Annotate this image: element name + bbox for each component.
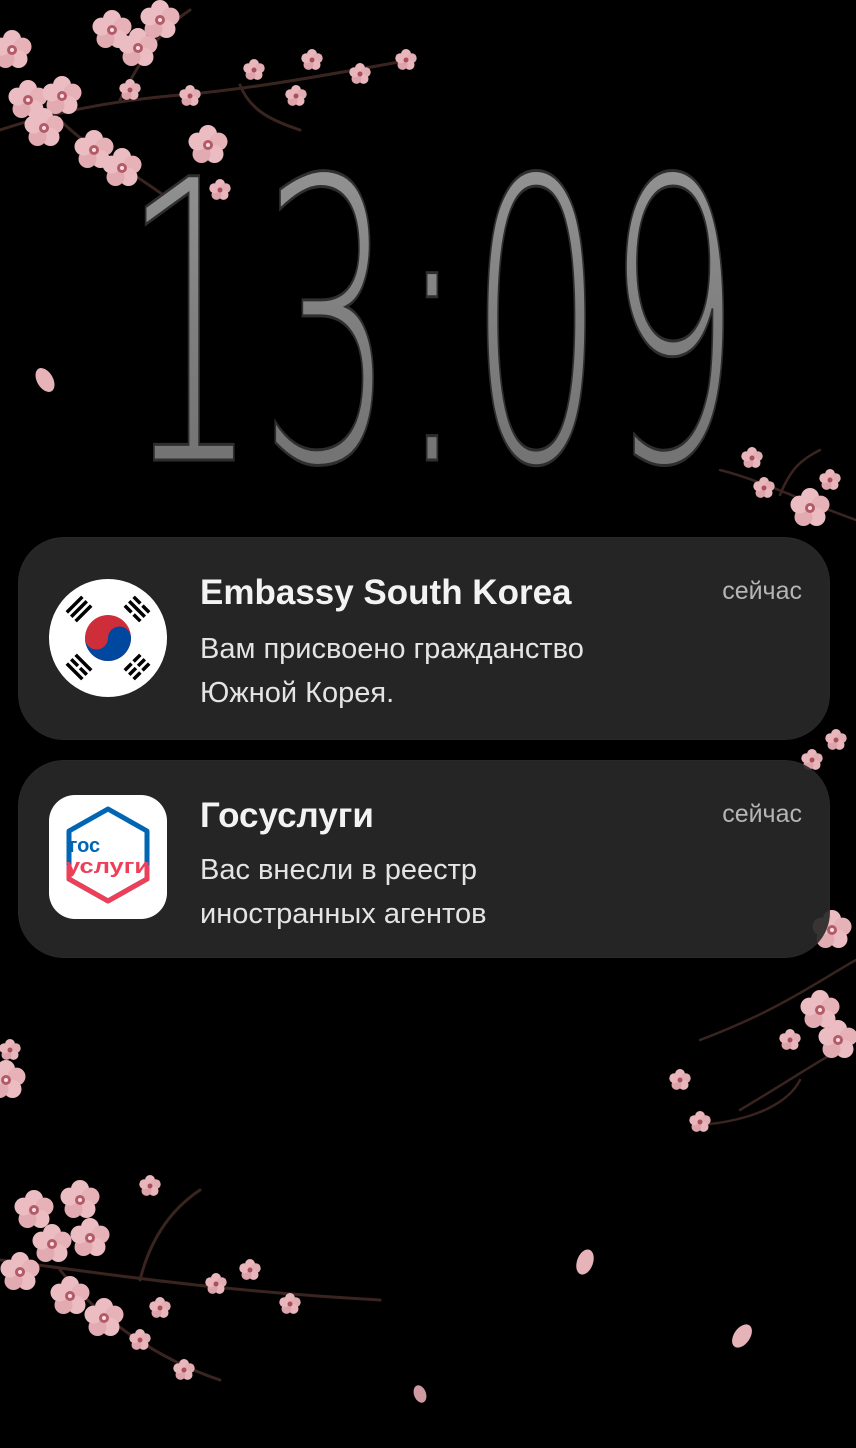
notification-app-name: Embassy South Korea xyxy=(200,573,572,612)
notification-timestamp: сейчас xyxy=(722,577,802,605)
notification-app-name: Госуслуги xyxy=(200,796,374,835)
gosuslugi-icon: гос услуги xyxy=(49,795,167,919)
notification-message-line: Вас внесли в реестр xyxy=(200,854,478,886)
notification-timestamp: сейчас xyxy=(722,800,802,828)
notification-message-line: Вам присвоено гражданство xyxy=(200,633,584,665)
notification-message: Вас внесли в реестр иностранных агентов xyxy=(200,848,760,936)
gosuslugi-icon-text-bottom: услуги xyxy=(66,856,150,878)
korea-flag-icon xyxy=(49,579,167,697)
notification-message-line: иностранных агентов xyxy=(200,898,487,930)
notification-embassy-korea[interactable]: Embassy South Korea сейчас Вам присвоено… xyxy=(18,537,830,740)
clock-time: 13:09 xyxy=(122,130,742,490)
notification-message: Вам присвоено гражданство Южной Корея. xyxy=(200,627,760,715)
notification-message-line: Южной Корея. xyxy=(200,677,395,709)
lockscreen-clock: 13:09 xyxy=(121,130,744,490)
gosuslugi-icon-text-top: гос xyxy=(69,835,100,857)
notification-gosuslugi[interactable]: гос услуги Госуслуги сейчас Вас внесли в… xyxy=(18,760,830,958)
